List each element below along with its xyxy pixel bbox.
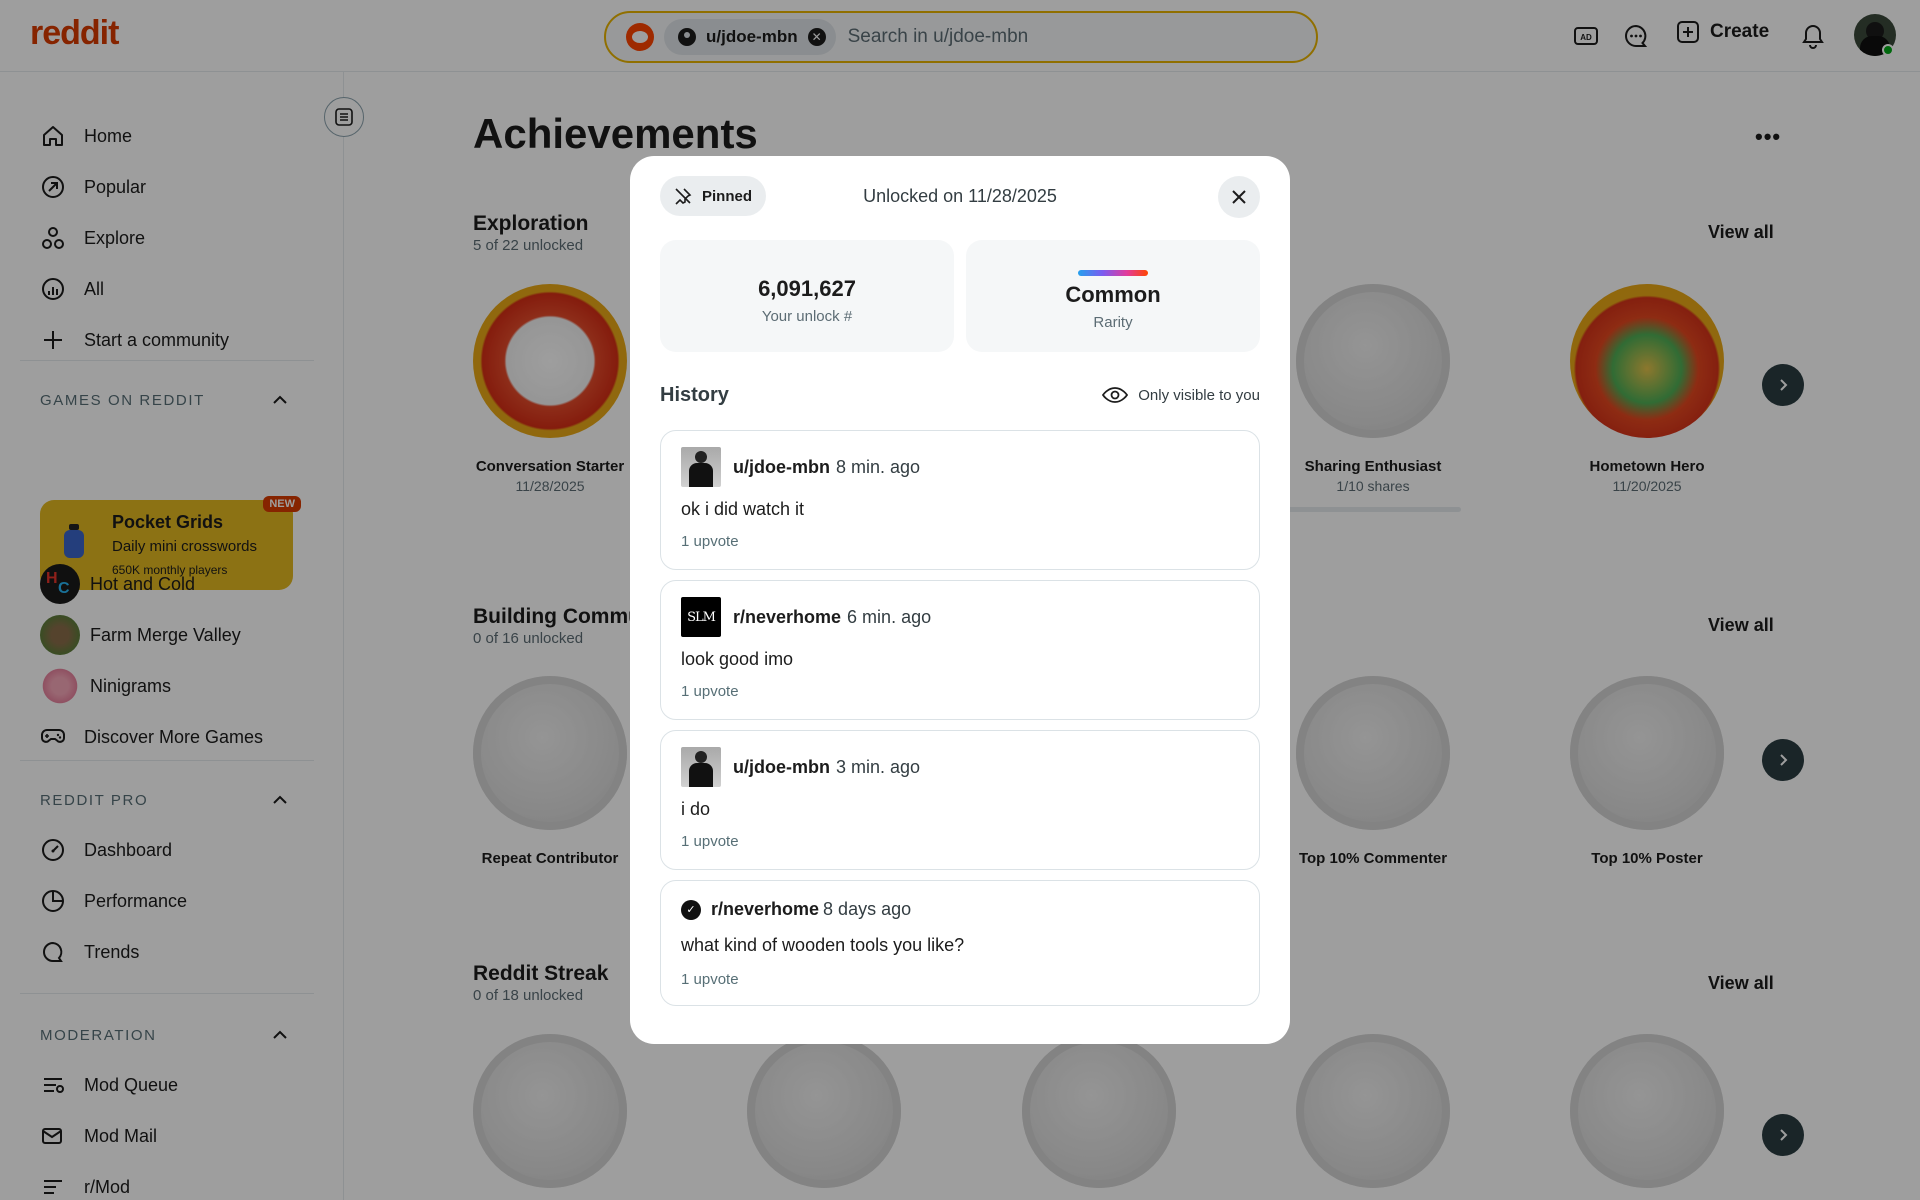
comment-body: look good imo (681, 649, 794, 669)
history-comment[interactable]: ✓ r/neverhome 8 days ago what kind of wo… (660, 880, 1260, 1006)
history-comment[interactable]: SLM r/neverhome 6 min. ago look good imo… (660, 580, 1260, 720)
comment-author[interactable]: r/neverhome (733, 607, 841, 628)
comment-author[interactable]: r/neverhome (711, 899, 819, 920)
close-button[interactable] (1218, 176, 1260, 218)
rarity-card: Common Rarity (966, 240, 1260, 352)
comment-author[interactable]: u/jdoe-mbn (733, 457, 830, 478)
pinned-button[interactable]: Pinned (660, 176, 767, 216)
community-avatar: SLM (681, 597, 721, 637)
unpin-icon (675, 188, 692, 205)
comment-time: 8 days ago (823, 899, 912, 919)
comment-header: SLM r/neverhome 6 min. ago (681, 597, 931, 637)
comment-upvotes: 1 upvote (681, 971, 739, 988)
comment-header: u/jdoe-mbn 8 min. ago (681, 447, 920, 487)
pinned-label: Pinned (702, 187, 753, 205)
comment-time: 6 min. ago (847, 606, 932, 627)
eye-icon (1102, 387, 1129, 403)
comment-body: what kind of wooden tools you like? (681, 935, 965, 955)
close-icon (1232, 190, 1246, 204)
rarity-label: Rarity (1093, 314, 1133, 331)
user-avatar (681, 747, 721, 787)
comment-time: 8 min. ago (836, 456, 921, 477)
reddit-post-icon: ✓ (681, 899, 701, 920)
unlock-number-card: 6,091,627 Your unlock # (660, 240, 954, 352)
history-comment[interactable]: u/jdoe-mbn 3 min. ago i do 1 upvote (660, 730, 1260, 870)
rarity-value: Common (1065, 282, 1161, 307)
history-title: History (660, 384, 729, 406)
visibility-note: Only visible to you (1102, 386, 1260, 404)
visibility-text: Only visible to you (1138, 386, 1260, 404)
comment-body: i do (681, 799, 711, 819)
comment-author[interactable]: u/jdoe-mbn (733, 757, 830, 778)
comment-upvotes: 1 upvote (681, 833, 739, 850)
unlock-number-label: Your unlock # (761, 308, 853, 325)
comment-header: ✓ r/neverhome 8 days ago (681, 899, 911, 920)
comment-header: u/jdoe-mbn 3 min. ago (681, 747, 920, 787)
history-comment[interactable]: u/jdoe-mbn 8 min. ago ok i did watch it … (660, 430, 1260, 570)
comment-upvotes: 1 upvote (681, 533, 739, 550)
comment-upvotes: 1 upvote (681, 683, 739, 700)
user-avatar (681, 447, 721, 487)
comment-body: ok i did watch it (681, 499, 805, 519)
comment-time: 3 min. ago (836, 756, 921, 777)
unlock-number: 6,091,627 (758, 276, 856, 301)
rarity-gradient-bar (1078, 270, 1148, 276)
achievement-detail-modal: Unlocked on 11/28/2025 Pinned 6,091,627 … (630, 156, 1290, 1044)
